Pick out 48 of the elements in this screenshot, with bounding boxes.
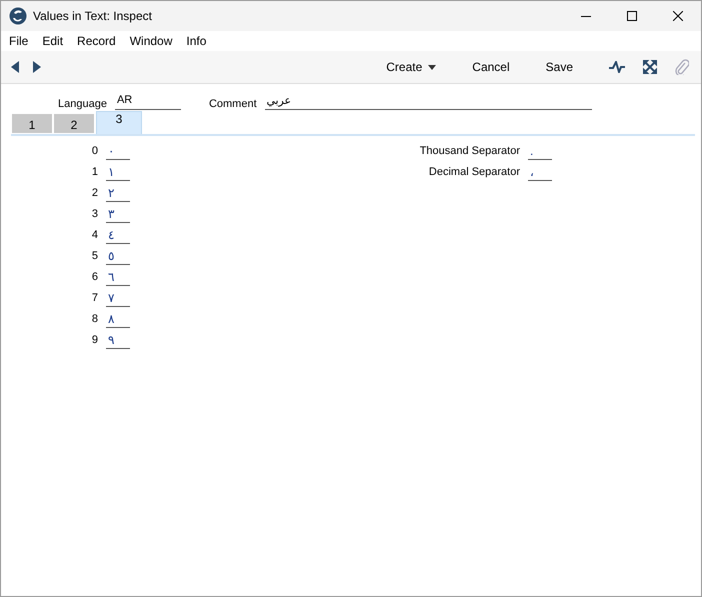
- menu-item[interactable]: Edit: [42, 34, 64, 48]
- digit-field[interactable]: ٣: [106, 207, 130, 223]
- digit-field[interactable]: ٥: [106, 249, 130, 265]
- digit-label: 2: [90, 186, 98, 201]
- app-logo-icon: [9, 7, 27, 25]
- forward-arrow-icon[interactable]: [33, 61, 41, 73]
- tab[interactable]: 1: [12, 114, 54, 133]
- field-label: Language: [58, 98, 107, 110]
- digit-field[interactable]: ٦: [106, 270, 130, 286]
- back-arrow-icon[interactable]: [11, 61, 19, 73]
- digit-label: 1: [90, 165, 98, 180]
- digit-label: 4: [90, 228, 98, 243]
- maximize-icon[interactable]: [627, 11, 637, 21]
- window-title: Values in Text: Inspect: [33, 9, 152, 23]
- digit-field[interactable]: ٩: [106, 333, 130, 349]
- toolbar-button[interactable]: Create: [382, 58, 440, 76]
- digit-label: 6: [90, 270, 98, 285]
- menu-item[interactable]: Record: [77, 34, 116, 48]
- separator-field[interactable]: ،: [528, 165, 552, 181]
- language-field[interactable]: AR: [114, 94, 181, 110]
- digit-label: 7: [90, 291, 98, 306]
- digit-field[interactable]: ٤: [106, 228, 130, 244]
- digit-label: 0: [90, 144, 98, 159]
- digit-field[interactable]: ١: [106, 165, 130, 181]
- toolbar-button[interactable]: Save: [542, 58, 577, 76]
- digit-label: 3: [90, 207, 98, 222]
- field-label: Decimal Separator: [428, 165, 520, 180]
- toolbar-button[interactable]: Cancel: [468, 58, 514, 76]
- comment-field[interactable]: عربي: [264, 94, 592, 110]
- digit-label: 5: [90, 249, 98, 264]
- menu-item[interactable]: Info: [186, 34, 206, 48]
- field-label: Thousand Separator: [418, 144, 520, 159]
- digit-label: 8: [90, 312, 98, 327]
- close-icon[interactable]: [673, 11, 683, 21]
- caret-icon: [428, 64, 436, 70]
- tab[interactable]: 3: [96, 111, 142, 134]
- pulse-icon[interactable]: [609, 61, 625, 73]
- digit-field[interactable]: ٠: [106, 144, 130, 160]
- menu-item[interactable]: File: [9, 34, 28, 48]
- menu-item[interactable]: Window: [130, 34, 172, 48]
- separator-field[interactable]: .: [528, 144, 552, 160]
- digit-field[interactable]: ٧: [106, 291, 130, 307]
- expand-icon[interactable]: [643, 60, 657, 74]
- tab[interactable]: 2: [54, 114, 96, 133]
- digit-field[interactable]: ٢: [106, 186, 130, 202]
- digit-label: 9: [90, 333, 98, 348]
- field-label: Comment: [208, 98, 257, 110]
- digit-field[interactable]: ٨: [106, 312, 130, 328]
